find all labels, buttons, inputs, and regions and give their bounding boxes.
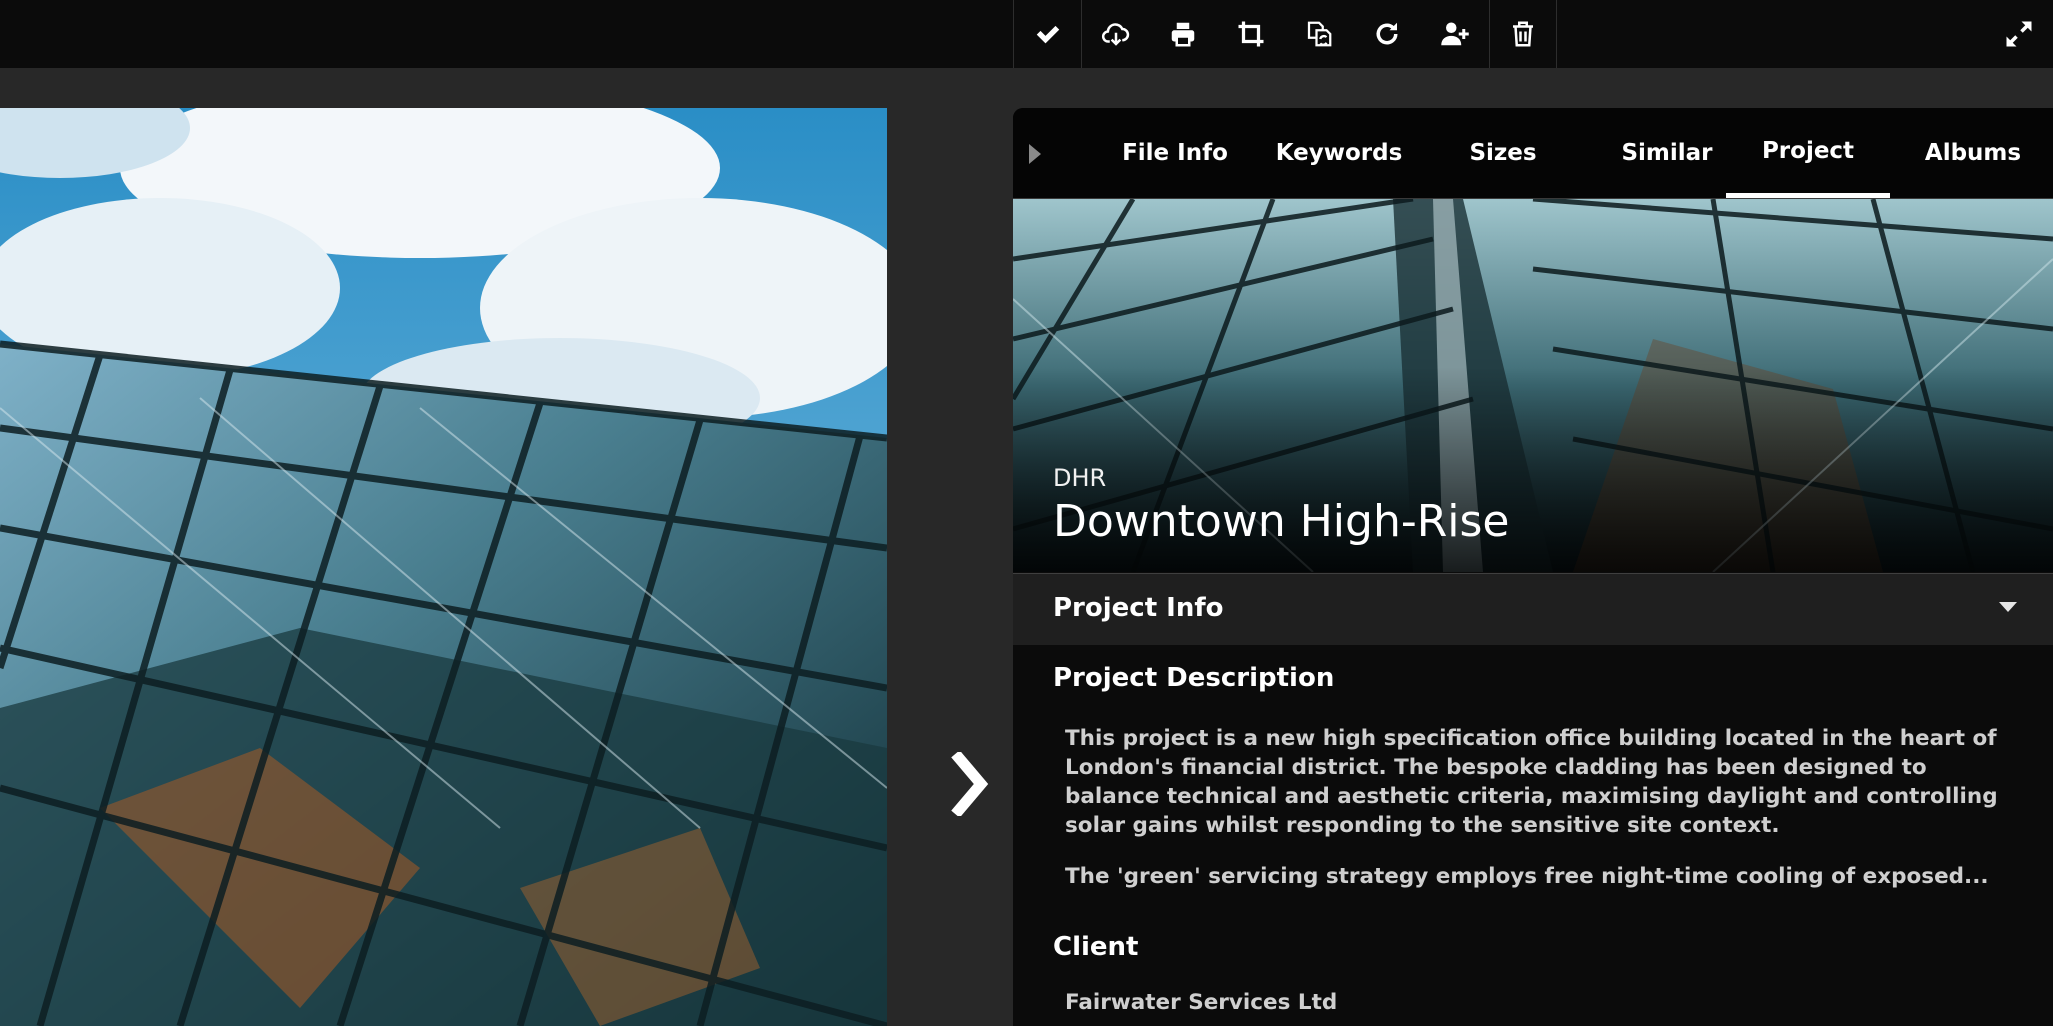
download-button[interactable] bbox=[1081, 0, 1149, 68]
crop-button[interactable] bbox=[1217, 0, 1285, 68]
tab-project[interactable]: Project bbox=[1726, 108, 1890, 198]
tab-similar[interactable]: Similar bbox=[1585, 108, 1749, 198]
top-toolbar bbox=[0, 0, 2053, 68]
tab-albums[interactable]: Albums bbox=[1893, 108, 2053, 198]
project-title: Downtown High-Rise bbox=[1053, 496, 1510, 547]
tab-bar: File Info Keywords Sizes Similar Project… bbox=[1013, 108, 2053, 199]
printer-icon bbox=[1171, 22, 1195, 47]
swap-files-icon bbox=[1307, 21, 1332, 47]
project-hero: DHR Downtown High-Rise bbox=[1013, 199, 2053, 572]
approve-button[interactable] bbox=[1013, 0, 1081, 68]
description-label: Project Description bbox=[1053, 663, 1335, 693]
trash-icon bbox=[1513, 21, 1533, 47]
client-label: Client bbox=[1053, 932, 1139, 962]
tab-keywords[interactable]: Keywords bbox=[1257, 108, 1421, 198]
section-title: Project Info bbox=[1053, 593, 1224, 623]
main-image bbox=[0, 108, 887, 1026]
expand-icon bbox=[2006, 21, 2032, 47]
cloud-download-icon bbox=[1101, 23, 1129, 46]
tab-sizes[interactable]: Sizes bbox=[1421, 108, 1585, 198]
fullscreen-button[interactable] bbox=[1999, 14, 2039, 54]
project-info-header[interactable]: Project Info bbox=[1013, 573, 2053, 645]
collapse-panel-icon[interactable] bbox=[1027, 142, 1043, 166]
add-user-button[interactable] bbox=[1421, 0, 1489, 68]
add-user-icon bbox=[1441, 22, 1469, 46]
next-image-button[interactable] bbox=[945, 748, 1001, 820]
description-paragraph-2: The 'green' servicing strategy employs f… bbox=[1065, 864, 1989, 889]
caret-down-icon bbox=[1999, 602, 2017, 612]
crop-icon bbox=[1238, 21, 1264, 47]
rotate-button[interactable] bbox=[1353, 0, 1421, 68]
project-code: DHR bbox=[1053, 464, 1107, 492]
tab-file-info[interactable]: File Info bbox=[1093, 108, 1257, 198]
details-panel: File Info Keywords Sizes Similar Project… bbox=[1013, 108, 2053, 1026]
chevron-right-icon bbox=[951, 752, 989, 816]
rotate-icon bbox=[1376, 22, 1398, 45]
delete-button[interactable] bbox=[1489, 0, 1557, 68]
client-value: Fairwater Services Ltd bbox=[1065, 990, 1338, 1015]
description-paragraph-1: This project is a new high specification… bbox=[1065, 726, 1998, 838]
check-icon bbox=[1036, 25, 1059, 44]
print-button[interactable] bbox=[1149, 0, 1217, 68]
replace-button[interactable] bbox=[1285, 0, 1353, 68]
